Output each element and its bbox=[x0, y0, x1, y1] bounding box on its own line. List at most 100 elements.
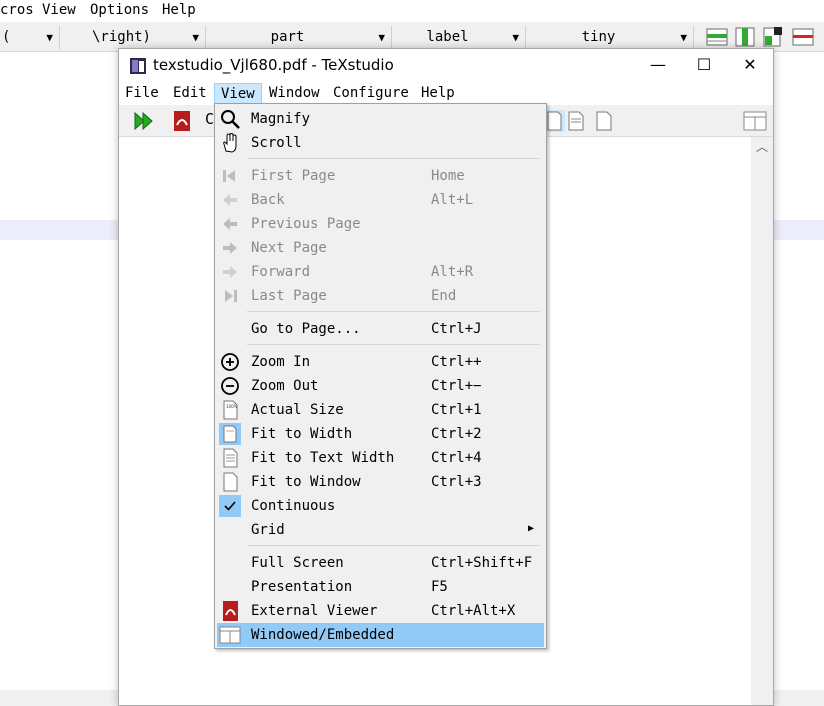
windowed-embedded-icon bbox=[219, 626, 241, 644]
search-glyph-icon[interactable]: C bbox=[205, 110, 214, 128]
menu-window[interactable]: Window bbox=[263, 83, 326, 105]
menu-item-last-page[interactable]: Last Page End bbox=[217, 284, 544, 308]
menu-item-forward[interactable]: Forward Alt+R bbox=[217, 260, 544, 284]
vertical-scrollbar[interactable]: ︿ bbox=[751, 137, 773, 705]
scroll-up-button[interactable]: ︿ bbox=[751, 137, 773, 157]
table-column-icon[interactable] bbox=[734, 26, 756, 48]
menu-item-shortcut: Ctrl++ bbox=[431, 354, 482, 370]
fit-window-toolbar-icon[interactable] bbox=[593, 110, 615, 132]
menu-item-scroll[interactable]: Scroll bbox=[217, 131, 544, 155]
external-viewer-icon bbox=[223, 601, 238, 621]
menu-item-label: Fit to Window bbox=[251, 474, 361, 490]
menu-item-fit-to-window[interactable]: Fit to Window Ctrl+3 bbox=[217, 470, 544, 494]
menu-edit[interactable]: Edit bbox=[167, 83, 213, 105]
zoom-in-icon bbox=[221, 353, 239, 371]
menu-item-shortcut: Ctrl+− bbox=[431, 378, 482, 394]
menu-item-label: Previous Page bbox=[251, 216, 361, 232]
menu-item-windowed-embedded[interactable]: Windowed/Embedded bbox=[217, 623, 544, 647]
menu-item-previous-page[interactable]: Previous Page bbox=[217, 212, 544, 236]
menu-item-back[interactable]: Back Alt+L bbox=[217, 188, 544, 212]
menu-item-shortcut: Alt+R bbox=[431, 264, 474, 280]
menu-separator bbox=[247, 311, 540, 312]
first-page-icon bbox=[223, 170, 235, 182]
menu-item-external-viewer[interactable]: External Viewer Ctrl+Alt+X bbox=[217, 599, 544, 623]
menu-item-shortcut: Ctrl+2 bbox=[431, 426, 482, 442]
label-combo[interactable]: label ▼ bbox=[392, 26, 526, 50]
font-size-combo[interactable]: tiny ▼ bbox=[526, 26, 694, 50]
title-bar[interactable]: texstudio_Vjl680.pdf - TeXstudio — ☐ ✕ bbox=[119, 49, 773, 83]
table-delete-row-icon[interactable] bbox=[792, 26, 814, 48]
menu-item-shortcut: Ctrl+J bbox=[431, 321, 482, 337]
menu-item-label: Forward bbox=[251, 264, 311, 280]
menu-item-actual-size[interactable]: 100% Actual Size Ctrl+1 bbox=[217, 398, 544, 422]
menu-item-shortcut: Ctrl+3 bbox=[431, 474, 482, 490]
submenu-arrow-icon: ▶ bbox=[527, 523, 534, 534]
texstudio-app-icon bbox=[130, 58, 146, 74]
windowed-embedded-toolbar-icon[interactable] bbox=[743, 110, 767, 132]
menu-item-label: Last Page bbox=[251, 288, 327, 304]
menu-item-zoom-out[interactable]: Zoom Out Ctrl+− bbox=[217, 374, 544, 398]
main-menu-options[interactable]: Options bbox=[90, 2, 149, 18]
bracket-combo-value: ( bbox=[2, 29, 11, 45]
menu-item-label: Actual Size bbox=[251, 402, 344, 418]
back-arrow-icon bbox=[223, 194, 237, 206]
chevron-down-icon: ▼ bbox=[46, 31, 53, 44]
menu-item-label: Zoom In bbox=[251, 354, 311, 370]
right-bracket-combo-value: \right) bbox=[91, 29, 151, 45]
menu-item-presentation[interactable]: Presentation F5 bbox=[217, 575, 544, 599]
menu-configure[interactable]: Configure bbox=[327, 83, 415, 105]
external-viewer-icon[interactable] bbox=[171, 110, 193, 132]
main-menu-macros[interactable]: cros bbox=[0, 2, 34, 18]
menu-item-label: Scroll bbox=[251, 135, 302, 151]
section-combo[interactable]: part ▼ bbox=[206, 26, 392, 50]
hand-icon bbox=[223, 132, 237, 153]
fit-text-width-icon bbox=[223, 448, 238, 468]
main-menu-view[interactable]: View bbox=[42, 2, 76, 18]
chevron-down-icon: ▼ bbox=[378, 31, 385, 44]
menu-separator bbox=[247, 344, 540, 345]
menu-item-label: Magnify bbox=[251, 111, 311, 127]
main-menu-help[interactable]: Help bbox=[162, 2, 196, 18]
previous-page-icon bbox=[223, 218, 237, 230]
compile-run-icon[interactable] bbox=[133, 110, 155, 132]
actual-size-icon: 100% bbox=[223, 400, 238, 420]
menu-item-label: External Viewer bbox=[251, 603, 378, 619]
view-dropdown-menu: Magnify Scroll First Page Home Back Alt+… bbox=[214, 103, 547, 649]
menu-item-continuous[interactable]: Continuous bbox=[217, 494, 544, 518]
font-size-combo-value: tiny bbox=[581, 29, 616, 45]
menu-item-zoom-in[interactable]: Zoom In Ctrl++ bbox=[217, 350, 544, 374]
close-button[interactable]: ✕ bbox=[727, 49, 773, 81]
menu-item-fit-to-text-width[interactable]: Fit to Text Width Ctrl+4 bbox=[217, 446, 544, 470]
chevron-down-icon: ▼ bbox=[192, 31, 199, 44]
bracket-combo[interactable]: ( ▼ bbox=[0, 26, 60, 50]
menu-file[interactable]: File bbox=[119, 83, 165, 105]
menu-item-full-screen[interactable]: Full Screen Ctrl+Shift+F bbox=[217, 551, 544, 575]
menu-item-fit-to-width[interactable]: Fit to Width Ctrl+2 bbox=[217, 422, 544, 446]
label-combo-value: label bbox=[426, 29, 469, 45]
window-title: texstudio_Vjl680.pdf - TeXstudio bbox=[153, 56, 394, 74]
menu-separator bbox=[247, 545, 540, 546]
menu-item-shortcut: Ctrl+Shift+F bbox=[431, 555, 533, 571]
menu-separator bbox=[247, 158, 540, 159]
menu-item-go-to-page[interactable]: Go to Page... Ctrl+J bbox=[217, 317, 544, 341]
menu-item-label: Presentation bbox=[251, 579, 353, 595]
checkmark-icon bbox=[224, 501, 236, 511]
menu-item-label: First Page bbox=[251, 168, 336, 184]
table-row-icon[interactable] bbox=[706, 26, 728, 48]
menu-view[interactable]: View bbox=[214, 83, 262, 105]
table-cell-icon[interactable] bbox=[762, 26, 784, 48]
section-combo-value: part bbox=[270, 29, 305, 45]
right-bracket-combo[interactable]: \right) ▼ bbox=[60, 26, 206, 50]
maximize-button[interactable]: ☐ bbox=[681, 49, 727, 81]
fit-text-width-toolbar-icon[interactable] bbox=[565, 110, 587, 132]
menu-item-shortcut: F5 bbox=[431, 579, 448, 595]
menu-item-label: Go to Page... bbox=[251, 321, 361, 337]
menu-item-next-page[interactable]: Next Page bbox=[217, 236, 544, 260]
menu-item-first-page[interactable]: First Page Home bbox=[217, 164, 544, 188]
minimize-icon: — bbox=[650, 55, 666, 74]
menu-help[interactable]: Help bbox=[415, 83, 461, 105]
menu-item-grid[interactable]: Grid ▶ bbox=[217, 518, 544, 542]
svg-text:100%: 100% bbox=[226, 404, 238, 409]
menu-item-magnify[interactable]: Magnify bbox=[217, 107, 544, 131]
minimize-button[interactable]: — bbox=[635, 49, 681, 81]
